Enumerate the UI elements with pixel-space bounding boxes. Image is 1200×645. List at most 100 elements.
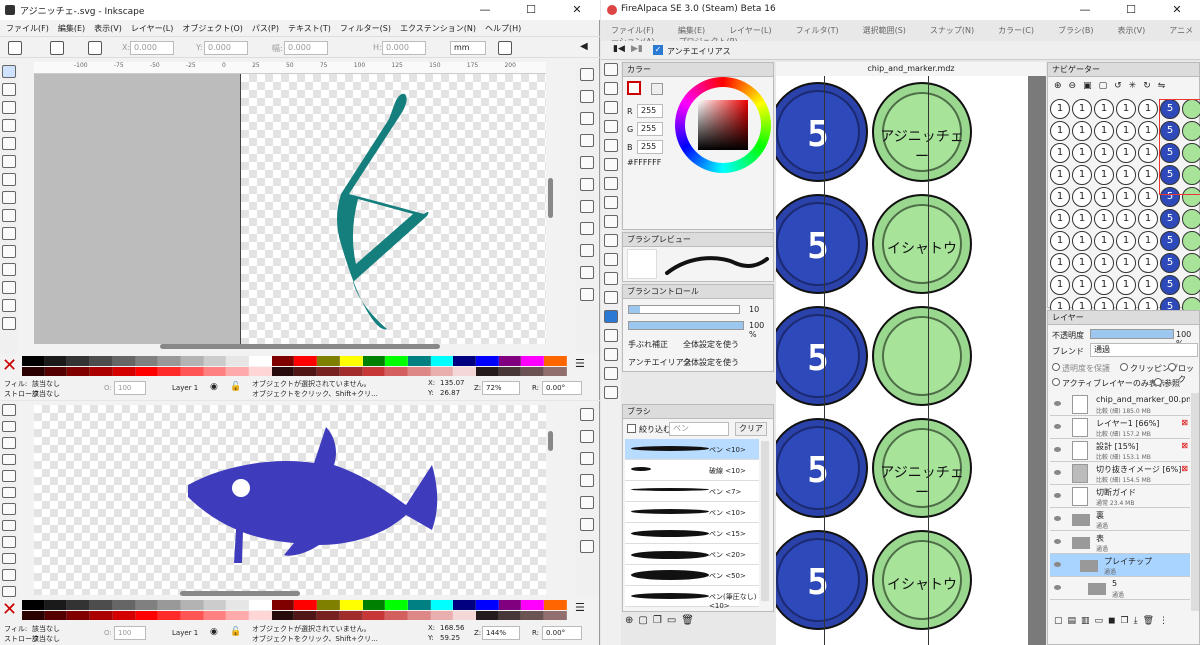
visibility-icon[interactable]: ◉ [210,627,218,637]
w-field[interactable]: 0.000 [284,41,328,55]
palette-swatch[interactable] [407,600,431,610]
palette-swatch[interactable] [180,611,204,620]
menu-item[interactable]: オブジェクト(O) [182,24,243,33]
transform-icon[interactable] [498,41,512,55]
lock-icon[interactable]: 🔓 [230,627,241,637]
bow-artwork[interactable] [241,74,547,344]
palette-swatch[interactable] [544,367,567,376]
zoom-in-icon[interactable]: ⊕ [1054,81,1069,91]
eraser-tool-icon[interactable] [2,569,16,581]
pencil-tool-icon[interactable] [2,245,16,258]
lock-icon[interactable]: 🔓 [230,382,241,392]
palette-swatch[interactable] [521,611,545,620]
spiral-tool-icon[interactable] [2,486,16,498]
canvas-page[interactable] [240,74,546,344]
palette-swatch[interactable] [180,600,204,610]
eraser-tool-icon[interactable] [604,82,618,95]
copy-icon[interactable] [580,244,594,257]
tweak-tool-icon[interactable] [2,101,16,114]
palette-swatch[interactable] [44,611,68,620]
palette-swatch[interactable] [135,356,159,366]
close-button[interactable]: ✕ [554,0,600,20]
palette-swatch[interactable] [158,600,181,610]
antialias-checkbox[interactable]: ✓ [653,45,663,55]
palette-swatch[interactable] [385,600,408,610]
palette-swatch[interactable] [135,367,159,376]
undo-icon[interactable] [580,452,594,465]
y-field[interactable]: 0.000 [204,41,248,55]
palette-swatch[interactable] [22,600,45,610]
palette-row[interactable] [22,356,567,366]
palette-swatch[interactable] [158,356,181,366]
vertical-scrollbar[interactable] [548,431,553,451]
export-icon[interactable] [580,430,594,443]
opacity-field[interactable]: 100 [114,626,146,640]
operation-tool-icon[interactable] [604,329,618,342]
palette-swatch[interactable] [67,600,91,610]
palette-swatch[interactable] [112,600,136,610]
new-1bit-layer-icon[interactable]: ▥ [1081,616,1095,626]
maximize-button[interactable]: ☐ [1108,0,1154,20]
layer-opacity-slider[interactable] [1090,329,1174,339]
palette-swatch[interactable] [90,356,113,366]
select-all-icon[interactable] [8,41,22,55]
palette-swatch[interactable] [544,600,567,610]
palette-swatch[interactable] [44,367,68,376]
divide-tool-icon[interactable] [604,348,618,361]
palette-swatch[interactable] [430,611,454,620]
palette-swatch[interactable] [385,356,408,366]
palette-swatch[interactable] [271,611,295,620]
zoom-field[interactable]: 72% [482,381,520,395]
palette-swatch[interactable] [521,600,545,610]
brush-opacity-slider[interactable] [628,321,744,330]
menu-item[interactable]: ファイル(F) [6,24,49,33]
fit-icon[interactable]: ▣ [1083,81,1099,91]
node-tool-icon[interactable] [2,404,16,416]
palette-swatch[interactable] [430,356,454,366]
spray-tool-icon[interactable] [2,552,16,564]
pen-tool-icon[interactable] [2,503,16,515]
brush-item[interactable]: ペン <50> [625,565,759,586]
palette-swatch[interactable] [271,356,295,366]
palette-swatch[interactable] [112,367,136,376]
palette-swatch[interactable] [294,600,318,610]
rotation-field[interactable]: 0.00° [542,381,582,395]
magic-wand-tool-icon[interactable] [604,253,618,266]
palette-swatch[interactable] [180,356,204,366]
palette-swatch[interactable] [476,367,499,376]
brush-copy-icon[interactable]: ❐ [653,615,667,626]
palette-row[interactable] [22,600,567,610]
dot-tool-icon[interactable] [604,101,618,114]
active-only-checkbox[interactable] [1052,378,1060,386]
palette-swatch[interactable] [271,367,295,376]
horizontal-scrollbar[interactable] [180,591,300,596]
bucket-tool-icon[interactable] [604,177,618,190]
palette-swatch[interactable] [22,611,45,620]
print-icon[interactable] [580,134,594,147]
g-field[interactable]: 255 [637,122,663,136]
menu-item[interactable]: エクステンション(N) [400,24,476,33]
palette-swatch[interactable] [249,356,272,366]
palette-swatch[interactable] [498,356,522,366]
palette-swatch[interactable] [226,367,250,376]
menu-item[interactable]: 編集(E) [58,24,85,33]
ellipse-tool-icon[interactable] [2,137,16,150]
palette-swatch[interactable] [271,600,295,610]
import-icon[interactable] [580,408,594,421]
palette-swatch[interactable] [430,367,454,376]
mask-icon[interactable]: ◼ [1108,616,1120,626]
layer-folder-row[interactable]: 裏通過 [1050,508,1190,531]
palette-swatch[interactable] [203,611,227,620]
vertical-scrollbar[interactable] [548,178,553,218]
actual-size-icon[interactable]: ▢ [1099,81,1115,91]
brush-folder-icon[interactable]: ▭ [667,615,681,626]
menu-item[interactable]: パス(P) [252,24,279,33]
blend-select[interactable]: 通過 [1090,343,1198,357]
clear-button[interactable]: クリア [735,422,767,436]
select-tool-icon[interactable] [604,215,618,228]
menu-item[interactable]: ヘルプ(H) [485,24,521,33]
layer-row[interactable]: 切り抜きイメージ [6%] 比較 (細) 154.5 MB ⊠ [1050,462,1190,485]
document-tab[interactable]: chip_and_marker.mdz [776,62,1046,76]
palette-swatch[interactable] [67,356,91,366]
palette-swatch[interactable] [249,611,272,620]
